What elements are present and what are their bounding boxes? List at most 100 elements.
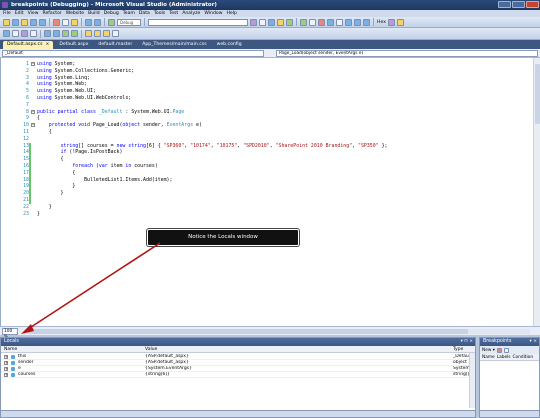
code-line[interactable]: 10− protected void Page_Load(object send… (1, 122, 540, 129)
save-all-icon[interactable] (39, 18, 46, 26)
document-tab[interactable]: Default.aspx.cs × (3, 41, 54, 49)
menu-item[interactable]: Data (139, 11, 150, 16)
clear-bookmarks-icon[interactable] (112, 30, 119, 37)
code-line[interactable]: 11 { (1, 129, 540, 136)
code-line[interactable]: 13 string[] courses = new string[6] { "S… (1, 143, 540, 150)
code-line[interactable]: 14 if (!Page.IsPostBack) (1, 149, 540, 156)
increase-indent-icon[interactable] (53, 30, 60, 37)
find-icon[interactable] (250, 18, 257, 26)
code-line[interactable]: 15 { (1, 156, 540, 163)
editor-vertical-scrollbar[interactable] (533, 58, 540, 326)
column-name[interactable]: Name (4, 346, 17, 353)
close-window-button[interactable] (526, 1, 539, 8)
next-bookmark-icon[interactable] (103, 30, 110, 37)
expand-icon[interactable]: + (4, 361, 8, 365)
menu-item[interactable]: Build (88, 11, 100, 16)
menu-item[interactable]: Refactor (43, 11, 62, 16)
solution-config-combo[interactable]: Debug (117, 18, 141, 26)
class-dropdown[interactable]: _Default (2, 50, 264, 57)
new-project-icon[interactable] (3, 18, 10, 26)
editor-horizontal-scrollbar[interactable] (24, 329, 530, 334)
code-line[interactable]: 2 using System.Collections.Generic; (1, 68, 540, 75)
new-breakpoint-button[interactable]: New ▾ (482, 348, 495, 353)
decrease-indent-icon[interactable] (44, 30, 51, 37)
cut-icon[interactable] (53, 18, 60, 26)
zoom-combo[interactable]: 100 % (2, 328, 18, 340)
scrollbar-thumb[interactable] (28, 329, 468, 334)
locals-row[interactable]: + courses {string[6]} string[] (1, 372, 475, 378)
scrollbar-thumb[interactable] (535, 64, 540, 124)
locals-scrollbar[interactable] (469, 353, 475, 408)
hex-toggle[interactable]: Hex (377, 20, 386, 25)
code-line[interactable]: 5 using System.Web.UI; (1, 88, 540, 95)
code-line[interactable]: 6 using System.Web.UI.WebControls; (1, 95, 540, 102)
previous-bookmark-icon[interactable] (94, 30, 101, 37)
document-tab[interactable]: default.master (94, 41, 136, 49)
expand-icon[interactable]: + (4, 373, 8, 377)
breakpoints-window-icon[interactable] (387, 18, 395, 26)
properties-icon[interactable] (268, 18, 275, 26)
break-all-icon[interactable] (309, 18, 316, 26)
show-next-statement-icon[interactable] (336, 18, 343, 26)
menu-item[interactable]: Tools (154, 11, 165, 16)
expand-icon[interactable]: + (4, 367, 8, 371)
breakpoints-column[interactable]: Name (482, 354, 495, 360)
column-type[interactable]: Type (453, 346, 463, 353)
breakpoints-header[interactable]: Breakpoints ▾ × (480, 338, 539, 346)
code-line[interactable]: 12 (1, 136, 540, 143)
menu-item[interactable]: Window (204, 11, 222, 16)
redo-icon[interactable] (94, 18, 101, 26)
code-editor[interactable]: 1− using System; 2 using System.Collections… (0, 58, 540, 326)
paste-icon[interactable] (71, 18, 78, 26)
start-debugging-icon[interactable] (108, 18, 115, 26)
document-tab[interactable]: App_Themes/main/main.css (138, 41, 210, 49)
toolbox-icon[interactable] (286, 18, 293, 26)
comment-out-icon[interactable] (62, 30, 69, 37)
code-line[interactable]: 18 BulletedList1.Items.Add(item); (1, 177, 540, 184)
code-line[interactable]: 19 } (1, 183, 540, 190)
continue-icon[interactable] (300, 18, 307, 26)
breakpoints-column[interactable]: Condition (513, 354, 534, 360)
add-item-icon[interactable] (12, 18, 19, 26)
toggle-bookmark-icon[interactable] (85, 30, 92, 37)
menu-item[interactable]: Debug (104, 11, 119, 16)
menu-item[interactable]: Test (169, 11, 178, 16)
breakpoints-window-buttons[interactable]: ▾ × (530, 338, 537, 346)
document-tab[interactable]: Default.aspx (55, 41, 92, 49)
parameter-info-icon[interactable] (12, 30, 19, 37)
locals-header[interactable]: Locals ▾ ⊓ × (1, 338, 475, 346)
object-browser-icon[interactable] (277, 18, 284, 26)
restart-icon[interactable] (327, 18, 334, 26)
column-value[interactable]: Value (145, 346, 157, 353)
member-dropdown[interactable]: Page_Load(object sender, EventArgs e) (276, 50, 538, 57)
menu-item[interactable]: Team (123, 11, 135, 16)
code-line[interactable]: 9{ (1, 115, 540, 122)
object-members-icon[interactable] (3, 30, 10, 37)
code-line[interactable]: 21 (1, 197, 540, 204)
menu-item[interactable]: View (28, 11, 39, 16)
complete-word-icon[interactable] (30, 30, 37, 37)
locals-window-buttons[interactable]: ▾ ⊓ × (461, 338, 473, 346)
delete-all-breakpoints-icon[interactable] (503, 347, 509, 353)
code-line[interactable]: 23} (1, 211, 540, 218)
collapse-outline-icon[interactable]: − (31, 109, 35, 114)
step-out-icon[interactable] (363, 18, 370, 26)
code-line[interactable]: 7 (1, 102, 540, 109)
step-into-icon[interactable] (345, 18, 352, 26)
collapse-outline-icon[interactable]: − (31, 123, 35, 128)
minimize-button[interactable] (498, 1, 511, 8)
quick-info-icon[interactable] (21, 30, 28, 37)
open-file-icon[interactable] (21, 18, 28, 26)
code-line[interactable]: 8− public partial class _Default : System… (1, 109, 540, 116)
undo-icon[interactable] (85, 18, 92, 26)
code-line[interactable]: 16 foreach (var item in courses) (1, 163, 540, 170)
maximize-button[interactable] (512, 1, 525, 8)
copy-icon[interactable] (62, 18, 69, 26)
code-line[interactable]: 17 { (1, 170, 540, 177)
find-combo[interactable] (148, 18, 248, 26)
code-line[interactable]: 22 } (1, 204, 540, 211)
delete-breakpoint-icon[interactable] (496, 347, 502, 353)
solution-explorer-icon[interactable] (259, 18, 266, 26)
output-window-icon[interactable] (396, 18, 404, 26)
breakpoints-column[interactable]: Labels (497, 354, 511, 360)
